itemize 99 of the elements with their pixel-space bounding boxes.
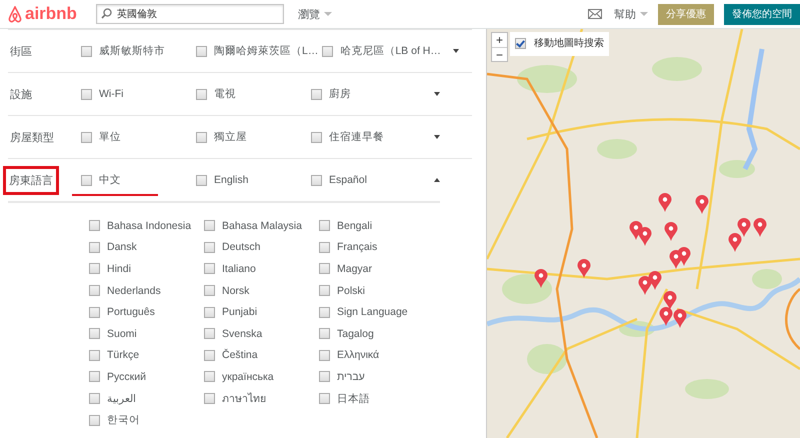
- option-label: 廚房: [329, 87, 351, 101]
- help-menu[interactable]: 幫助: [614, 6, 636, 22]
- host-button[interactable]: 發佈您的空間: [724, 4, 800, 24]
- language-label: Bahasa Malaysia: [222, 220, 302, 232]
- checkbox[interactable]: [196, 46, 207, 56]
- language-label: Nederlands: [107, 284, 161, 297]
- checkbox[interactable]: [204, 350, 215, 361]
- checkbox[interactable]: [319, 242, 330, 253]
- caret-icon: [324, 12, 332, 16]
- collapse-caret-icon[interactable]: [434, 178, 440, 182]
- checkbox[interactable]: [311, 174, 322, 186]
- checkbox[interactable]: [89, 393, 100, 404]
- option-label: 住宿連早餐: [329, 130, 384, 144]
- filter-label: 街區: [9, 44, 33, 60]
- filter-label: 房東語言: [3, 166, 59, 194]
- checkbox[interactable]: [204, 285, 215, 296]
- checkbox[interactable]: [319, 371, 330, 382]
- language-label: Português: [107, 306, 155, 318]
- option-label: 陶爾哈姆萊茨區（L…: [214, 44, 318, 58]
- checkbox[interactable]: [319, 350, 330, 361]
- search-icon: [101, 8, 112, 19]
- language-label: Français: [337, 241, 378, 254]
- language-label: Čeština: [222, 349, 258, 362]
- checkbox[interactable]: [204, 220, 215, 232]
- option-label: 單位: [99, 130, 121, 144]
- checkbox[interactable]: [319, 393, 330, 404]
- option-label: 中文: [99, 173, 121, 187]
- language-label: Русский: [107, 370, 146, 383]
- checkbox[interactable]: [81, 88, 92, 100]
- option-label: Español: [329, 174, 367, 186]
- checkbox[interactable]: [81, 46, 92, 56]
- language-label: Ελληνικά: [337, 349, 380, 362]
- checkbox[interactable]: [196, 174, 207, 186]
- checkbox[interactable]: [311, 88, 322, 100]
- expand-caret-icon[interactable]: [434, 92, 440, 96]
- language-label: Magyar: [337, 262, 372, 275]
- checkbox[interactable]: [89, 328, 100, 340]
- checkbox[interactable]: [204, 306, 215, 318]
- language-label: Bengali: [337, 220, 372, 232]
- checkbox[interactable]: [319, 285, 330, 296]
- checkbox[interactable]: [196, 88, 207, 100]
- toggle-label: 移動地圖時搜索: [534, 36, 604, 50]
- checkbox[interactable]: [89, 285, 100, 296]
- filter-label: 房屋類型: [9, 130, 55, 146]
- logo-icon[interactable]: [8, 6, 22, 22]
- checkbox[interactable]: [81, 174, 92, 186]
- checkbox[interactable]: [319, 220, 330, 232]
- language-label: Türkçe: [107, 349, 140, 362]
- language-label: Italiano: [222, 262, 256, 275]
- option-label: Wi-Fi: [99, 88, 124, 100]
- checkbox[interactable]: [89, 242, 100, 253]
- language-label: Norsk: [222, 284, 250, 297]
- option-label: 獨立屋: [214, 130, 247, 144]
- language-label: עברית: [337, 370, 365, 383]
- checkbox[interactable]: [89, 220, 100, 232]
- envelope-icon[interactable]: [588, 9, 602, 19]
- checkbox[interactable]: [196, 132, 207, 142]
- checkbox[interactable]: [204, 242, 215, 253]
- expand-caret-icon[interactable]: [434, 135, 440, 139]
- checkbox[interactable]: [319, 263, 330, 274]
- checkbox[interactable]: [204, 371, 215, 382]
- option-label: 哈克尼區（LB of H…: [340, 44, 441, 58]
- language-label: Sign Language: [337, 306, 408, 318]
- checkbox[interactable]: [204, 328, 215, 340]
- language-label: 日本語: [337, 392, 370, 406]
- search-field[interactable]: 英國倫敦: [96, 4, 284, 24]
- language-label: українська: [222, 370, 274, 383]
- option-label: 電視: [214, 87, 236, 101]
- checkbox[interactable]: [319, 328, 330, 340]
- language-label: العربية: [107, 392, 136, 406]
- language-label: Dansk: [107, 241, 137, 254]
- checkbox[interactable]: [515, 38, 526, 48]
- language-label: Deutsch: [222, 241, 261, 254]
- checkbox[interactable]: [89, 371, 100, 382]
- option-label: 威斯敏斯特市: [99, 44, 165, 58]
- checkbox[interactable]: [89, 306, 100, 318]
- checkbox[interactable]: [204, 263, 215, 274]
- language-label: Punjabi: [222, 306, 258, 318]
- browse-menu[interactable]: 瀏覽: [298, 6, 320, 22]
- language-label: Hindi: [107, 262, 131, 275]
- checkbox[interactable]: [319, 306, 330, 318]
- caret-icon: [640, 12, 648, 16]
- checkbox[interactable]: [204, 393, 215, 404]
- checkbox[interactable]: [89, 350, 100, 361]
- language-label: Svenska: [222, 328, 262, 340]
- language-label: Suomi: [107, 328, 137, 340]
- checkbox[interactable]: [322, 46, 334, 56]
- checkbox[interactable]: [311, 132, 322, 142]
- expand-caret-icon[interactable]: [452, 49, 459, 53]
- language-label: 한국어: [107, 413, 140, 428]
- checkbox[interactable]: [89, 414, 100, 426]
- option-label: English: [214, 174, 248, 186]
- checkbox[interactable]: [89, 263, 100, 274]
- filter-label: 設施: [9, 88, 33, 102]
- language-label: Tagalog: [337, 328, 374, 340]
- language-label: Bahasa Indonesia: [107, 220, 192, 232]
- language-label: ภาษาไทย: [222, 392, 266, 408]
- language-label: Polski: [337, 284, 366, 297]
- checkbox[interactable]: [81, 132, 92, 142]
